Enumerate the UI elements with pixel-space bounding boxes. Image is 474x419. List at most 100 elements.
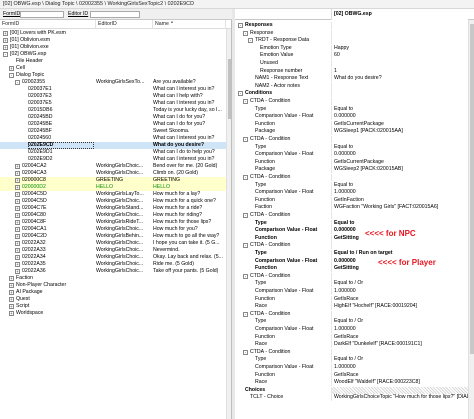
tree-row[interactable]: 020037E1 What can I interest you in? — [0, 86, 231, 93]
record-field-value[interactable] — [331, 272, 468, 280]
record-field-row[interactable]: Package WGSleep1 [PACK:020015AA] — [235, 128, 468, 136]
tree-row[interactable]: - [02] OBWG.esp — [0, 51, 231, 58]
record-field-row[interactable]: Function GetInFaction — [235, 196, 468, 204]
record-field-value[interactable]: Equal to — [331, 143, 468, 151]
record-field-row[interactable]: Comparison Value - Float 1.000000 — [235, 364, 468, 371]
record-field-row[interactable]: Unused — [235, 60, 468, 67]
tree-row[interactable]: 020037E5 What can I interest you in? — [0, 100, 231, 107]
record-field-row[interactable]: Race DarkElf "Dunkelelf" [RACE:000191C1] — [235, 341, 468, 349]
record-field-row[interactable]: - CTDA - Condition — [235, 212, 468, 219]
expand-icon[interactable]: + — [15, 255, 20, 260]
record-field-value[interactable] — [331, 136, 468, 143]
record-field-value[interactable]: GetIsRace — [331, 333, 468, 341]
tree-row[interactable]: +02004CA1 WorkingGirlsChoic... How much fo… — [0, 226, 231, 233]
tree-row[interactable]: +02022A36 WorkingGirlsChoic... Take off yo… — [0, 268, 231, 275]
tree-row[interactable]: +02022A34 WorkingGirlsChoic... Okay. Lay b… — [0, 254, 231, 261]
record-field-row[interactable]: Type Equal to / Or — [235, 318, 468, 326]
record-field-row[interactable]: - CTDA - Condition — [235, 348, 468, 356]
expand-icon[interactable]: + — [9, 283, 14, 288]
tree-row[interactable]: +02004C7E WorkingGirlsStand... How much fo… — [0, 205, 231, 212]
record-field-value[interactable] — [331, 310, 468, 318]
expand-icon[interactable]: + — [15, 220, 20, 225]
tree-row[interactable]: +02004CA3 WorkingGirlsChoic... Climb on. (… — [0, 170, 231, 177]
expand-icon[interactable]: + — [15, 227, 20, 232]
column-header-editorid[interactable]: EditorID — [96, 20, 153, 29]
tree-row[interactable]: 020245BD What can I do for you? — [0, 114, 231, 121]
record-field-row[interactable]: Emotion Value 60 — [235, 52, 468, 60]
record-field-row[interactable]: - Conditions — [235, 90, 468, 98]
record-field-value[interactable] — [331, 212, 468, 219]
record-field-row[interactable]: - Responses — [235, 22, 468, 29]
expand-icon[interactable]: + — [3, 45, 8, 50]
tree-row[interactable]: +020000C8 GREETING GREETING — [0, 177, 231, 184]
tree-row[interactable]: + Cell — [0, 65, 231, 72]
collapse-icon[interactable]: - — [243, 175, 248, 180]
expand-icon[interactable]: + — [9, 290, 14, 295]
record-field-value[interactable]: Equal to — [331, 105, 468, 113]
tree-row[interactable]: File Header — [0, 58, 231, 65]
record-field-row[interactable]: TCLT - Choice WorkingGirlsChoiceTopic "Ho… — [235, 394, 468, 402]
record-field-row[interactable]: Comparison Value - Float 1.000000 — [235, 288, 468, 295]
record-field-value[interactable] — [331, 29, 468, 37]
navigation-tree[interactable]: FormID EditorID Name ▲ + [00] Lovers with… — [0, 20, 232, 419]
record-field-row[interactable]: - CTDA - Condition — [235, 174, 468, 181]
collapse-icon[interactable]: - — [243, 137, 248, 142]
tree-row[interactable]: +020000D2 HELLO HELLO — [0, 184, 231, 191]
tree-row[interactable]: + Script — [0, 303, 231, 310]
record-field-row[interactable]: - CTDA - Condition — [235, 310, 468, 318]
record-field-row[interactable]: Race HighEIf "Hochelf" [RACE:00019204] — [235, 303, 468, 311]
record-field-value[interactable] — [331, 386, 468, 394]
tree-row[interactable]: + Worldspace — [0, 310, 231, 317]
record-field-value[interactable]: GetInFaction — [331, 196, 468, 204]
collapse-icon[interactable]: - — [3, 52, 8, 57]
record-field-value[interactable]: GetIsRace — [331, 371, 468, 379]
collapse-icon[interactable]: - — [238, 23, 243, 28]
expand-icon[interactable]: + — [9, 66, 14, 71]
tree-row[interactable]: + [01] Oblivion.exe — [0, 44, 231, 51]
expand-icon[interactable]: + — [9, 311, 14, 316]
record-field-value[interactable]: 1.000000 — [331, 364, 468, 371]
record-field-value[interactable]: GetIsCurrentPackage — [331, 158, 468, 166]
record-field-value[interactable]: GetIsRace — [331, 295, 468, 303]
collapse-icon[interactable]: - — [243, 30, 248, 36]
record-field-row[interactable]: Race WoodElf "Waldelf" [RACE:000223C8] — [235, 379, 468, 387]
record-field-row[interactable]: Type Equal to / Run on target — [235, 250, 468, 257]
record-field-row[interactable]: - CTDA - Condition — [235, 242, 468, 250]
record-field-value[interactable]: WoodElf "Waldelf" [RACE:000223C8] — [331, 379, 468, 387]
tree-row[interactable]: -02002355 WorkingGirlsSexTo... Are you ava… — [0, 79, 231, 86]
record-field-value[interactable]: Equal to — [331, 219, 468, 227]
record-field-value[interactable]: WGSleep1 [PACK:020015AA] — [331, 128, 468, 136]
record-field-row[interactable]: Function GetIsRace — [235, 371, 468, 379]
record-field-value[interactable] — [331, 174, 468, 181]
tree-row[interactable]: + Non-Player Character — [0, 282, 231, 289]
collapse-icon[interactable]: - — [9, 73, 14, 78]
collapse-icon[interactable]: - — [243, 349, 248, 355]
record-field-row[interactable]: - Response — [235, 29, 468, 37]
record-field-value[interactable] — [331, 60, 468, 67]
record-field-value[interactable]: WGFaction "Working Girls" [FACT:020015A6… — [331, 204, 468, 212]
record-field-value[interactable] — [331, 98, 468, 105]
record-field-row[interactable]: NAM2 - Actor notes — [235, 82, 468, 90]
tree-row[interactable]: +02004C5D WorkingGirlsChoic... How much fo… — [0, 198, 231, 205]
record-field-value[interactable]: Equal to — [331, 181, 468, 189]
record-field-value[interactable]: Happy — [331, 44, 468, 52]
tree-row[interactable]: 020245BF Sweet Skooma. — [0, 128, 231, 135]
tree-row[interactable]: +02004C8F WorkingGirlsRideT... How much fo… — [0, 219, 231, 226]
expand-icon[interactable]: + — [15, 262, 20, 267]
record-field-row[interactable]: Faction WGFaction "Working Girls" [FACT:0… — [235, 204, 468, 212]
record-field-row[interactable]: - CTDA - Condition — [235, 136, 468, 143]
expand-icon[interactable]: + — [15, 171, 20, 176]
record-field-row[interactable]: Function GetSitting — [235, 234, 468, 242]
tree-row[interactable]: +02022A32 WorkingGirlsChoic... I hope you … — [0, 240, 231, 247]
record-field-row[interactable]: Type Equal to — [235, 219, 468, 227]
record-field-value[interactable] — [331, 242, 468, 250]
record-field-value[interactable]: GetIsCurrentPackage — [331, 120, 468, 128]
expand-icon[interactable]: + — [9, 297, 14, 302]
expand-icon[interactable]: + — [15, 192, 20, 197]
column-header-name[interactable]: Name — [153, 20, 226, 29]
record-field-value[interactable]: Equal to / Run on target — [331, 250, 468, 257]
record-field-value[interactable]: WorkingGirlsChoiceTopic "How much for th… — [331, 394, 468, 402]
record-field-row[interactable]: Type Equal to — [235, 181, 468, 189]
record-field-row[interactable]: - CTDA - Condition — [235, 272, 468, 280]
tree-row[interactable]: 0202E9D2 What can I interest you in? — [0, 156, 231, 163]
